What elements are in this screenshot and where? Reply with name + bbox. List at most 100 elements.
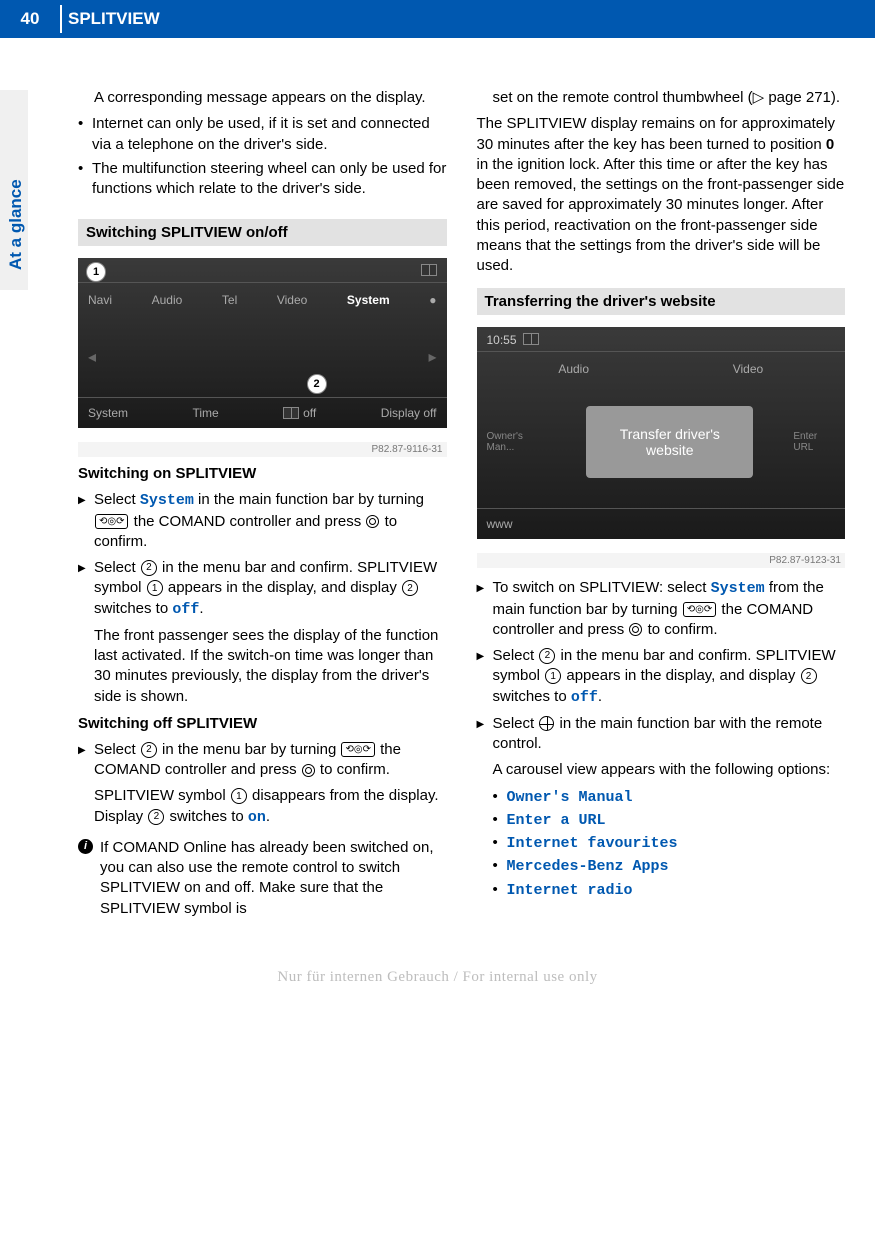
text: in the menu bar by turning <box>158 741 341 758</box>
info-note: If COMAND Online has already been switch… <box>78 838 447 919</box>
nav-item-active: System <box>347 293 390 307</box>
press-button-icon <box>366 515 379 528</box>
arrow-right-icon: ▸ <box>428 347 436 367</box>
nav-item: Video <box>733 362 763 376</box>
circled-2-icon: 2 <box>801 668 817 684</box>
left-column: A corresponding message appears on the d… <box>78 88 447 919</box>
cmd-off: off <box>172 601 199 618</box>
circled-2-icon: 2 <box>402 580 418 596</box>
list-item: Internet radio <box>493 880 846 901</box>
carousel-options: Owner's Manual Enter a URL Internet favo… <box>493 787 846 901</box>
chapter-title: SPLITVIEW <box>68 9 160 29</box>
text: Select <box>493 647 539 664</box>
nav-item: Video <box>277 293 307 307</box>
transfer-box: Transfer driver's website <box>586 406 753 478</box>
nav-item: Navi <box>88 293 112 307</box>
nav-item: Tel <box>222 293 237 307</box>
header-divider <box>60 5 62 33</box>
text: . <box>199 600 203 617</box>
nav-item: Audio <box>152 293 183 307</box>
subheading: Switching on SPLITVIEW <box>78 465 447 482</box>
text: to confirm. <box>316 761 390 778</box>
section-heading: Switching SPLITVIEW on/off <box>78 219 447 246</box>
circled-2-icon: 2 <box>141 560 157 576</box>
text: appears in the display, and display <box>562 667 799 684</box>
off-label: off <box>303 406 316 420</box>
text: Select <box>94 741 140 758</box>
circled-2-icon: 2 <box>539 648 555 664</box>
note-text: If COMAND Online has already been switch… <box>100 839 434 917</box>
text: in the main function bar by turning <box>194 491 424 508</box>
screenshot-id: P82.87-9116-31 <box>78 442 447 457</box>
globe-icon <box>539 716 554 731</box>
text: . <box>266 808 270 825</box>
cmd-option: Mercedes-Benz Apps <box>507 858 669 875</box>
screenshot-status-bar: 10:55 <box>477 327 846 352</box>
body-para: The SPLITVIEW display remains on for app… <box>477 114 846 276</box>
footer-watermark: Nur für internen Gebrauch / For internal… <box>0 949 875 1006</box>
time-label: 10:55 <box>487 333 517 347</box>
step-item: To switch on SPLITVIEW: select System fr… <box>477 578 846 640</box>
press-button-icon <box>302 764 315 777</box>
carousel-intro: A carousel view appears with the followi… <box>493 760 846 780</box>
rotate-controller-icon: ⟲◎⟳ <box>341 742 374 757</box>
cmd-option: Owner's Manual <box>507 789 633 806</box>
text: To switch on SPLITVIEW: select <box>493 579 711 596</box>
step-item: Select 2 in the menu bar and confirm. SP… <box>78 558 447 620</box>
circled-1-icon: 1 <box>231 788 247 804</box>
bot-item-splitview: off <box>283 406 316 420</box>
cmd-off: off <box>571 689 598 706</box>
comand-screenshot-2: 10:55 Audio Video Owner's Man... Transfe… <box>477 327 846 539</box>
globe-icon: ● <box>429 293 436 307</box>
step-item: Select 2 in the menu bar by turning ⟲◎⟳ … <box>78 740 447 781</box>
subheading: Switching off SPLITVIEW <box>78 715 447 732</box>
text: switches to <box>165 808 248 825</box>
text: . <box>598 688 602 705</box>
screenshot-id: P82.87-9123-31 <box>477 553 846 568</box>
right-column: set on the remote control thumbwheel (▷ … <box>477 88 846 919</box>
cmd-system: System <box>140 492 194 509</box>
arrow-left-icon: ◂ <box>88 347 96 367</box>
callout-2: 2 <box>307 374 327 394</box>
screenshot-nav-bar: Audio Video <box>477 352 846 386</box>
screenshot-nav-bar: Navi Audio Tel Video System ● <box>78 283 447 317</box>
list-item: The multifunction steering wheel can onl… <box>78 159 447 200</box>
cmd-option: Internet favourites <box>507 835 678 852</box>
screenshot-bottom-bar: www <box>477 508 846 539</box>
rotate-controller-icon: ⟲◎⟳ <box>683 602 716 617</box>
enter-url-card: Enter URL <box>793 431 835 453</box>
screenshot-middle: ◂ ▸ <box>78 317 447 397</box>
circled-2-icon: 2 <box>141 742 157 758</box>
list-item: Internet can only be used, if it is set … <box>78 114 447 155</box>
rotate-controller-icon: ⟲◎⟳ <box>95 514 128 529</box>
bot-item: Time <box>192 406 218 420</box>
bot-item: Display off <box>381 406 437 420</box>
content-area: A corresponding message appears on the d… <box>0 38 875 949</box>
section-heading: Transferring the driver's website <box>477 288 846 315</box>
page-header: 40 SPLITVIEW <box>0 0 875 38</box>
owners-manual-card: Owner's Man... <box>487 431 547 453</box>
step-item: Select System in the main function bar b… <box>78 490 447 552</box>
text: to confirm. <box>643 621 717 638</box>
cmd-option: Internet radio <box>507 882 633 899</box>
body-text: SPLITVIEW symbol 1 disappears from the d… <box>94 786 447 828</box>
cmd-system: System <box>711 580 765 597</box>
list-item: Internet favourites <box>493 833 846 854</box>
text: appears in the display, and display <box>164 579 401 596</box>
circled-1-icon: 1 <box>147 580 163 596</box>
splitview-icon <box>283 407 299 419</box>
text: Select <box>493 715 539 732</box>
screenshot-bottom-bar: System Time off Display off <box>78 397 447 428</box>
text: Select <box>94 559 140 576</box>
list-item: Owner's Manual <box>493 787 846 808</box>
bullet-list: Internet can only be used, if it is set … <box>78 114 447 199</box>
circled-2-icon: 2 <box>148 809 164 825</box>
bot-item: System <box>88 406 128 420</box>
www-label: www <box>487 517 513 531</box>
text: Select <box>94 491 140 508</box>
circled-1-icon: 1 <box>545 668 561 684</box>
list-item: Mercedes-Benz Apps <box>493 856 846 877</box>
text: switches to <box>94 600 172 617</box>
press-button-icon <box>629 623 642 636</box>
text: the COMAND controller and press <box>129 513 365 530</box>
